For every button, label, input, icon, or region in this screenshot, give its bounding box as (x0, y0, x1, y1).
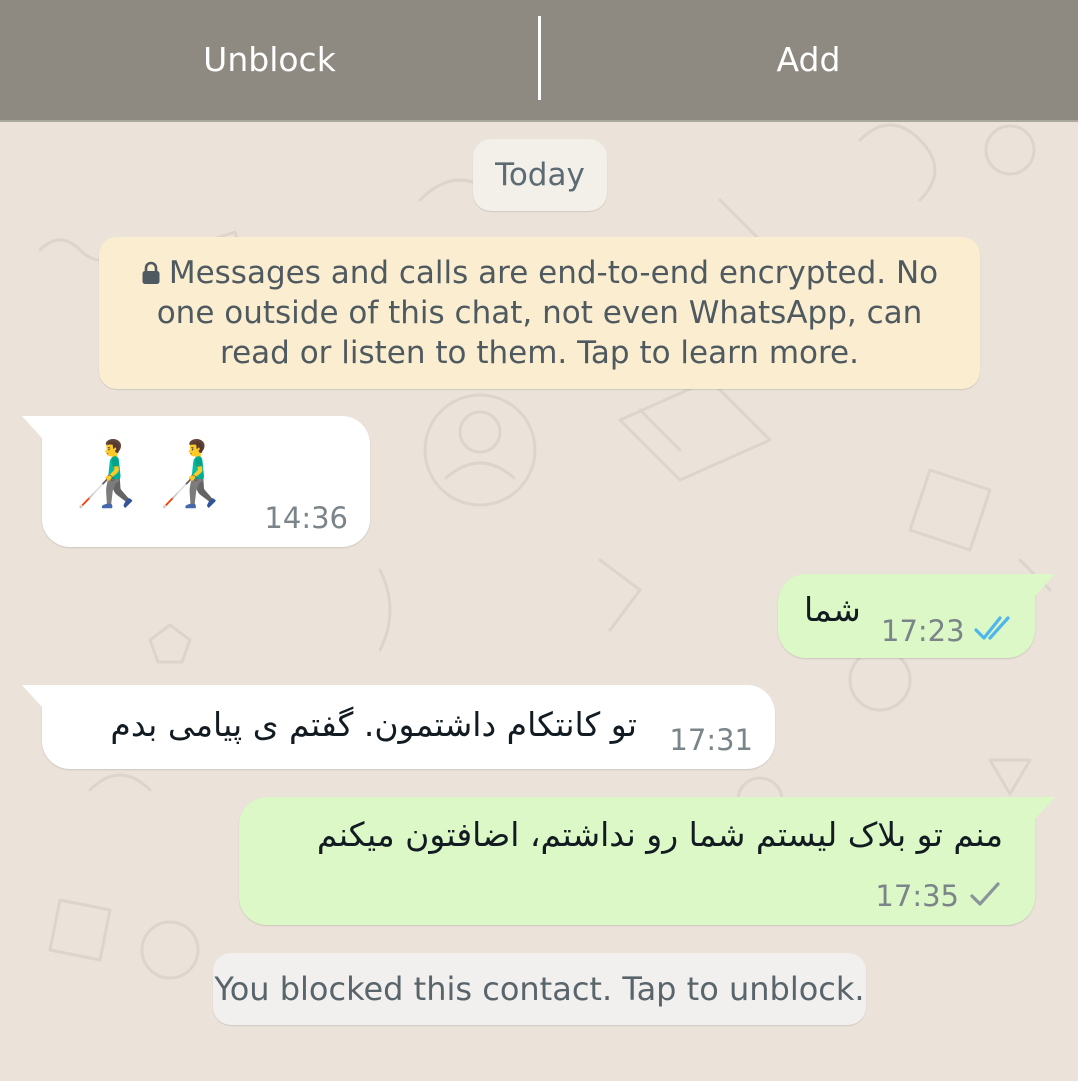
single-check-icon (970, 882, 1000, 906)
double-check-icon (974, 616, 1010, 640)
message-time: 17:23 (881, 614, 965, 648)
message-time: 14:36 (264, 501, 348, 535)
message-time: 17:31 (669, 723, 753, 757)
encryption-notice-text: Messages and calls are end-to-end encryp… (156, 255, 939, 371)
unblock-button[interactable]: Unblock (0, 0, 539, 118)
bubble-tail (22, 416, 42, 438)
bubble-tail (1035, 797, 1055, 819)
encryption-notice[interactable]: Messages and calls are end-to-end encryp… (99, 237, 980, 389)
bubble-tail (1035, 574, 1055, 596)
message-bubble-outgoing[interactable]: شما 17:23 (778, 574, 1055, 658)
bubble-tail (22, 685, 42, 707)
message-bubble-outgoing[interactable]: منم تو بلاک لیستم شما رو نداشتم، اضافتون… (239, 797, 1055, 925)
message-text: منم تو بلاک لیستم شما رو نداشتم، اضافتون… (316, 815, 1003, 854)
message-text: شما (804, 590, 861, 629)
lock-icon (142, 261, 160, 284)
chat-screen: Unblock Add Today Messages and calls are… (0, 0, 1078, 1081)
message-bubble-incoming[interactable]: تو کانتکام داشتمون. گفتم ی پیامی بدم 17:… (22, 685, 775, 769)
encryption-notice-content: Messages and calls are end-to-end encryp… (99, 253, 980, 373)
message-text: تو کانتکام داشتمون. گفتم ی پیامی بدم (110, 705, 637, 744)
add-contact-button[interactable]: Add (539, 0, 1078, 118)
emoji-text: 👨‍🦯👨‍🦯 (66, 437, 234, 511)
blocked-contact-action-bar: Unblock Add (0, 0, 1078, 122)
date-separator: Today (473, 139, 607, 211)
message-time: 17:35 (875, 879, 959, 913)
message-bubble-incoming[interactable]: 👨‍🦯👨‍🦯 14:36 (22, 416, 370, 547)
blocked-contact-notice[interactable]: You blocked this contact. Tap to unblock… (213, 953, 866, 1025)
